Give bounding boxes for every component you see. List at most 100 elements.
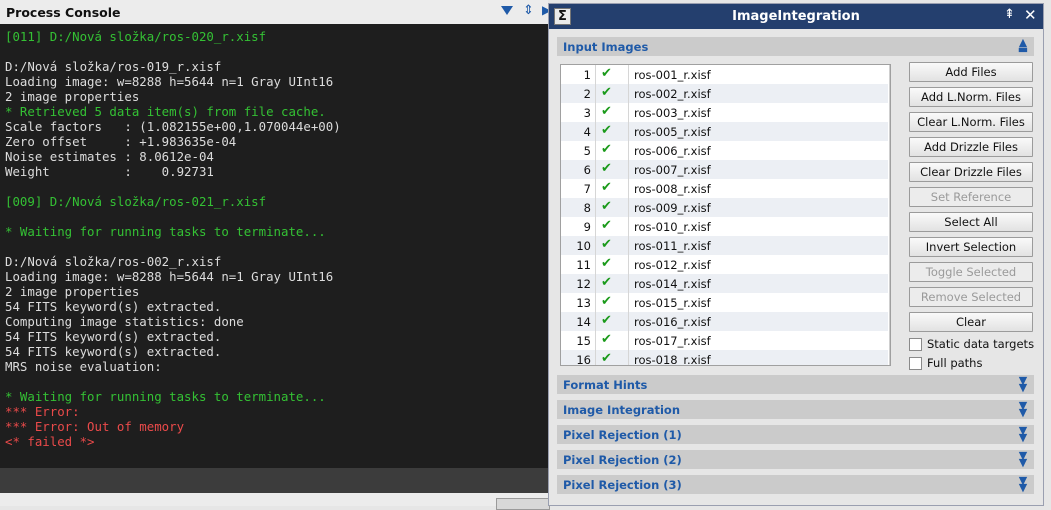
row-number: 13 — [576, 296, 591, 310]
console-line: Computing image statistics: done — [5, 314, 244, 329]
row-number: 1 — [583, 68, 591, 82]
section-title: Format Hints — [563, 378, 648, 392]
file-row[interactable]: 2 ✔ ros-002_r.xisf — [561, 84, 888, 103]
file-name: ros-017_r.xisf — [634, 334, 711, 348]
invert-selection-button[interactable]: Invert Selection — [909, 237, 1033, 257]
console-line: [009] D:/Nová složka/ros-021_r.xisf — [5, 194, 267, 209]
console-line: 2 image properties — [5, 89, 140, 104]
checkmark-icon[interactable]: ✔ — [601, 294, 612, 309]
checkmark-icon[interactable]: ✔ — [601, 351, 612, 365]
add-drizzle-files-button[interactable]: Add Drizzle Files — [909, 137, 1033, 157]
checkmark-icon[interactable]: ✔ — [601, 123, 612, 138]
row-number: 6 — [583, 163, 591, 177]
section-pixel-rejection-3[interactable]: Pixel Rejection (3) ▼ ▼ — [557, 475, 1034, 494]
shade-icon[interactable]: ⇞ — [1004, 7, 1015, 22]
file-name: ros-012_r.xisf — [634, 258, 711, 272]
checkbox-box[interactable] — [909, 357, 922, 370]
row-number: 12 — [576, 277, 591, 291]
add-l-norm-files-button[interactable]: Add L.Norm. Files — [909, 87, 1033, 107]
section-image-integration[interactable]: Image Integration ▼ ▼ — [557, 400, 1034, 419]
checkmark-icon[interactable]: ✔ — [601, 313, 612, 328]
toggle-selected-button[interactable]: Toggle Selected — [909, 262, 1033, 282]
file-row[interactable]: 5 ✔ ros-006_r.xisf — [561, 141, 888, 160]
section-pixel-rejection-2[interactable]: Pixel Rejection (2) ▼ ▼ — [557, 450, 1034, 469]
file-row[interactable]: 15 ✔ ros-017_r.xisf — [561, 331, 888, 350]
expand-icon[interactable]: ▼ ▼ — [1016, 425, 1030, 443]
row-number: 14 — [576, 315, 591, 329]
checkmark-icon[interactable]: ✔ — [601, 180, 612, 195]
checkmark-icon[interactable]: ✔ — [601, 332, 612, 347]
file-name: ros-018_r.xisf — [634, 353, 711, 366]
file-row[interactable]: 16 ✔ ros-018_r.xisf — [561, 350, 888, 366]
file-row[interactable]: 13 ✔ ros-015_r.xisf — [561, 293, 888, 312]
column-separator — [628, 65, 629, 365]
console-line: Scale factors : (1.082155e+00,1.070044e+… — [5, 119, 341, 134]
expand-icon[interactable]: ▼ ▼ — [1016, 475, 1030, 493]
file-row[interactable]: 4 ✔ ros-005_r.xisf — [561, 122, 888, 141]
file-row[interactable]: 7 ✔ ros-008_r.xisf — [561, 179, 888, 198]
file-row[interactable]: 3 ✔ ros-003_r.xisf — [561, 103, 888, 122]
clear-drizzle-files-button[interactable]: Clear Drizzle Files — [909, 162, 1033, 182]
file-row[interactable]: 6 ✔ ros-007_r.xisf — [561, 160, 888, 179]
file-row[interactable]: 10 ✔ ros-011_r.xisf — [561, 236, 888, 255]
console-line: Zero offset : +1.983635e-04 — [5, 134, 237, 149]
section-input-images[interactable]: Input Images ▲ ▬ — [557, 37, 1034, 56]
file-row[interactable]: 11 ✔ ros-012_r.xisf — [561, 255, 888, 274]
input-images-list[interactable]: 1 ✔ ros-001_r.xisf 2 ✔ ros-002_r.xisf 3 ✔ ros-00… — [560, 64, 891, 366]
clear-l-norm-files-button[interactable]: Clear L.Norm. Files — [909, 112, 1033, 132]
remove-selected-button[interactable]: Remove Selected — [909, 287, 1033, 307]
file-row[interactable]: 14 ✔ ros-016_r.xisf — [561, 312, 888, 331]
file-name: ros-010_r.xisf — [634, 220, 711, 234]
window-titlebar[interactable]: Σ ImageIntegration ⇞ ✕ — [549, 4, 1043, 29]
console-line: * Retrieved 5 data item(s) from file cac… — [5, 104, 326, 119]
checkbox-label: Full paths — [927, 356, 983, 370]
file-row[interactable]: 8 ✔ ros-009_r.xisf — [561, 198, 888, 217]
checkbox-box[interactable] — [909, 338, 922, 351]
select-all-button[interactable]: Select All — [909, 212, 1033, 232]
checkmark-icon[interactable]: ✔ — [601, 218, 612, 233]
dropdown-arrow-icon[interactable] — [501, 6, 513, 15]
section-title: Image Integration — [563, 403, 681, 417]
console-line: * Waiting for running tasks to terminate… — [5, 389, 326, 404]
file-row[interactable]: 1 ✔ ros-001_r.xisf — [561, 65, 888, 84]
close-icon[interactable]: ✕ — [1024, 6, 1037, 24]
add-files-button[interactable]: Add Files — [909, 62, 1033, 82]
file-name: ros-005_r.xisf — [634, 125, 711, 139]
row-number: 15 — [576, 334, 591, 348]
section-pixel-rejection-1[interactable]: Pixel Rejection (1) ▼ ▼ — [557, 425, 1034, 444]
checkmark-icon[interactable]: ✔ — [601, 199, 612, 214]
expand-icon[interactable]: ▼ ▼ — [1016, 400, 1030, 418]
set-reference-button[interactable]: Set Reference — [909, 187, 1033, 207]
row-number: 7 — [583, 182, 591, 196]
console-status-tab[interactable] — [496, 498, 550, 510]
checkmark-icon[interactable]: ✔ — [601, 66, 612, 81]
console-line: 54 FITS keyword(s) extracted. — [5, 344, 222, 359]
checkmark-icon[interactable]: ✔ — [601, 256, 612, 271]
console-input[interactable] — [0, 468, 548, 493]
file-name: ros-003_r.xisf — [634, 106, 711, 120]
list-scrollbar[interactable]: ▼ — [889, 65, 890, 365]
section-title: Pixel Rejection (3) — [563, 478, 682, 492]
file-row[interactable]: 12 ✔ ros-014_r.xisf — [561, 274, 888, 293]
row-number: 9 — [583, 220, 591, 234]
expand-icon[interactable]: ▼ ▼ — [1016, 375, 1030, 393]
file-row[interactable]: 9 ✔ ros-010_r.xisf — [561, 217, 888, 236]
row-number: 10 — [576, 239, 591, 253]
console-output[interactable]: [011] D:/Nová složka/ros-020_r.xisf D:/No… — [0, 24, 548, 468]
checkmark-icon[interactable]: ✔ — [601, 161, 612, 176]
checkmark-icon[interactable]: ✔ — [601, 275, 612, 290]
console-title: Process Console — [6, 5, 121, 20]
float-icon[interactable]: ⇕ — [523, 3, 534, 18]
checkmark-icon[interactable]: ✔ — [601, 142, 612, 157]
expand-icon[interactable]: ▼ ▼ — [1016, 450, 1030, 468]
checkmark-icon[interactable]: ✔ — [601, 237, 612, 252]
file-name: ros-008_r.xisf — [634, 182, 711, 196]
checkmark-icon[interactable]: ✔ — [601, 104, 612, 119]
checkmark-icon[interactable]: ✔ — [601, 85, 612, 100]
collapse-icon[interactable]: ▲ ▬ — [1016, 37, 1030, 55]
console-line: MRS noise evaluation: — [5, 359, 162, 374]
row-number: 4 — [583, 125, 591, 139]
section-format-hints[interactable]: Format Hints ▼ ▼ — [557, 375, 1034, 394]
console-line: 54 FITS keyword(s) extracted. — [5, 299, 222, 314]
clear-button[interactable]: Clear — [909, 312, 1033, 332]
